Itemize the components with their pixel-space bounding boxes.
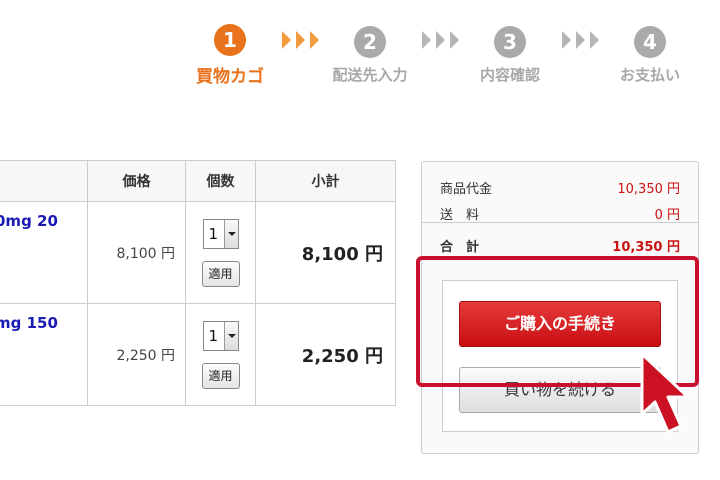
step-payment: 4 お支払い xyxy=(595,26,705,85)
step-number: 4 xyxy=(634,26,666,58)
apply-button[interactable]: 適用 xyxy=(201,260,240,287)
subtotal-cell: 8,100 円 xyxy=(255,201,396,304)
quantity-value: 1 xyxy=(208,326,219,345)
step-cart: 1 買物カゴ xyxy=(175,24,285,87)
step-label: 買物カゴ xyxy=(196,67,264,87)
quantity-value: 1 xyxy=(208,224,219,243)
step-number: 3 xyxy=(494,26,526,58)
step-label: 内容確認 xyxy=(479,66,540,84)
quantity-cell: 1 適用 xyxy=(185,201,256,304)
continue-shopping-button[interactable]: 買い物を続ける xyxy=(459,367,661,413)
checkout-actions: ご購入の手続き 買い物を続ける xyxy=(442,280,678,432)
step-label: 配送先入力 xyxy=(332,66,408,84)
grand-total-value: 10,350 円 xyxy=(612,240,680,255)
quantity-select[interactable]: 1 xyxy=(202,320,239,351)
price-cell: 8,100 円 xyxy=(87,201,186,304)
product-name-link[interactable]: mg 150 xyxy=(0,314,87,332)
table-header-row: 価格 個数 小計 xyxy=(0,160,396,202)
product-cell: 0mg 20 xyxy=(0,201,88,304)
header-subtotal: 小計 xyxy=(255,160,396,202)
step-number: 1 xyxy=(214,24,246,56)
grand-total-label: 合 計 xyxy=(440,240,480,255)
items-total-label: 商品代金 xyxy=(440,182,493,197)
order-summary: 商品代金 10,350 円 送 料 0 円 合 計 10,350 円 ご購入の手… xyxy=(421,161,699,454)
chevron-down-icon xyxy=(223,219,238,248)
shipping-value: 0 円 xyxy=(654,208,680,223)
items-total-value: 10,350 円 xyxy=(617,182,680,197)
quantity-cell: 1 適用 xyxy=(185,303,256,406)
step-number: 2 xyxy=(354,26,386,58)
shipping-label: 送 料 xyxy=(440,208,480,223)
product-name-link[interactable]: 0mg 20 xyxy=(0,212,87,230)
apply-button[interactable]: 適用 xyxy=(201,362,240,389)
header-price: 価格 xyxy=(87,160,186,202)
header-product xyxy=(0,160,88,202)
purchase-button[interactable]: ご購入の手続き xyxy=(459,301,661,347)
price-cell: 2,250 円 xyxy=(87,303,186,406)
quantity-select[interactable]: 1 xyxy=(202,218,239,249)
chevron-down-icon xyxy=(223,321,238,350)
table-row: mg 150 2,250 円 1 適用 2,250 円 xyxy=(0,303,396,406)
product-cell: mg 150 xyxy=(0,303,88,406)
step-shipping: 2 配送先入力 xyxy=(315,26,425,85)
step-confirm: 3 内容確認 xyxy=(455,26,565,85)
table-row: 0mg 20 8,100 円 1 適用 8,100 円 xyxy=(0,201,396,304)
cart-table: 価格 個数 小計 0mg 20 8,100 円 1 適用 8,100 円 mg … xyxy=(0,160,396,406)
step-label: お支払い xyxy=(619,66,680,84)
subtotal-cell: 2,250 円 xyxy=(255,303,396,406)
summary-divider xyxy=(422,222,698,223)
header-quantity: 個数 xyxy=(185,160,256,202)
